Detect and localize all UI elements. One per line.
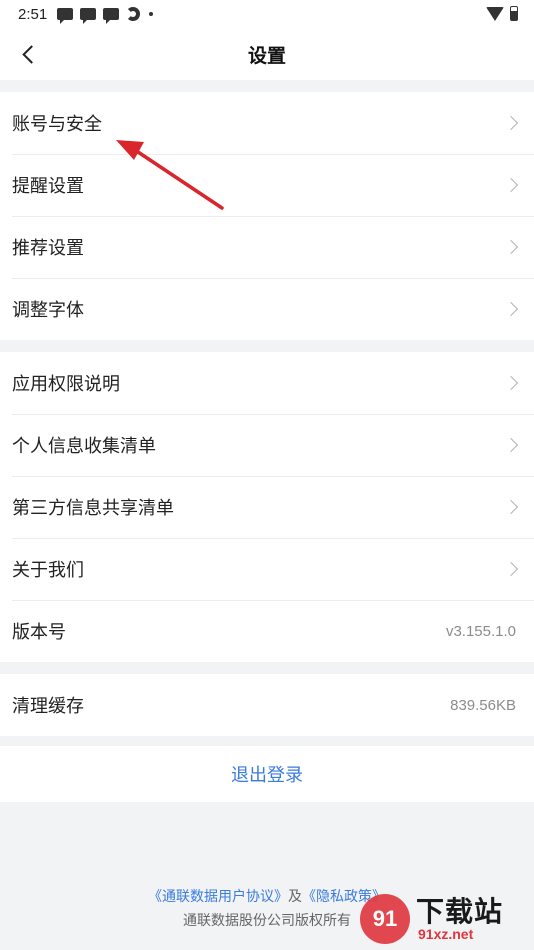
settings-group-info: 应用权限说明 个人信息收集清单 第三方信息共享清单 关于我们 版本号 v3.15… <box>0 352 534 662</box>
logout-label: 退出登录 <box>231 765 303 786</box>
row-third-party-sharing-list[interactable]: 第三方信息共享清单 <box>0 476 534 538</box>
chevron-right-icon <box>503 375 519 391</box>
message-icon <box>57 8 74 24</box>
row-recommend-settings[interactable]: 推荐设置 <box>0 216 534 278</box>
row-about-us[interactable]: 关于我们 <box>0 538 534 600</box>
watermark-logo: 91 <box>360 894 410 944</box>
chevron-right-icon <box>503 561 519 577</box>
row-label: 第三方信息共享清单 <box>12 498 174 519</box>
status-bar: 2:51 <box>0 0 534 28</box>
chevron-right-icon <box>503 115 519 131</box>
version-value: v3.155.1.0 <box>445 622 516 640</box>
row-personal-info-list[interactable]: 个人信息收集清单 <box>0 414 534 476</box>
dot-icon <box>149 12 154 16</box>
cache-size-value: 839.56KB <box>450 696 516 714</box>
watermark: 91 下载站 91xz.net <box>360 888 530 948</box>
logout-group: 退出登录 <box>0 746 534 802</box>
chevron-right-icon <box>503 177 519 193</box>
row-account-security[interactable]: 账号与安全 <box>0 92 534 154</box>
message-icon <box>80 8 97 24</box>
watermark-url: 91xz.net <box>418 926 474 942</box>
row-version: 版本号 v3.155.1.0 <box>0 600 534 662</box>
settings-group-account: 账号与安全 提醒设置 推荐设置 调整字体 <box>0 92 534 340</box>
row-label: 账号与安全 <box>12 114 102 135</box>
settings-group-cache: 清理缓存 839.56KB <box>0 674 534 736</box>
logout-button[interactable]: 退出登录 <box>0 746 534 802</box>
chevron-right-icon <box>503 301 519 317</box>
row-adjust-font[interactable]: 调整字体 <box>0 278 534 340</box>
user-agreement-link[interactable]: 《通联数据用户协议》 <box>148 889 288 905</box>
footer-and: 及 <box>288 889 302 905</box>
row-clear-cache[interactable]: 清理缓存 839.56KB <box>0 674 534 736</box>
row-label: 个人信息收集清单 <box>12 436 156 457</box>
chevron-left-icon <box>21 44 41 64</box>
row-label: 调整字体 <box>12 300 84 321</box>
battery-icon <box>510 6 518 21</box>
page-title: 设置 <box>247 44 286 67</box>
row-label: 推荐设置 <box>12 238 84 259</box>
status-time: 2:51 <box>18 5 48 23</box>
wifi-icon <box>486 6 504 21</box>
message-icon <box>103 8 120 24</box>
row-label: 关于我们 <box>12 560 84 581</box>
chevron-right-icon <box>503 239 519 255</box>
row-reminder-settings[interactable]: 提醒设置 <box>0 154 534 216</box>
watermark-title: 下载站 <box>416 895 504 928</box>
chevron-right-icon <box>503 437 519 453</box>
row-app-permissions[interactable]: 应用权限说明 <box>0 352 534 414</box>
row-label: 版本号 <box>12 622 66 643</box>
system-icons <box>486 6 518 21</box>
row-label: 应用权限说明 <box>12 374 120 395</box>
sync-icon <box>126 7 141 21</box>
row-label: 清理缓存 <box>12 696 84 717</box>
nav-bar: 设置 <box>0 28 534 80</box>
notification-icons <box>57 7 154 24</box>
row-label: 提醒设置 <box>12 176 84 197</box>
back-button[interactable] <box>10 36 46 72</box>
chevron-right-icon <box>503 499 519 515</box>
